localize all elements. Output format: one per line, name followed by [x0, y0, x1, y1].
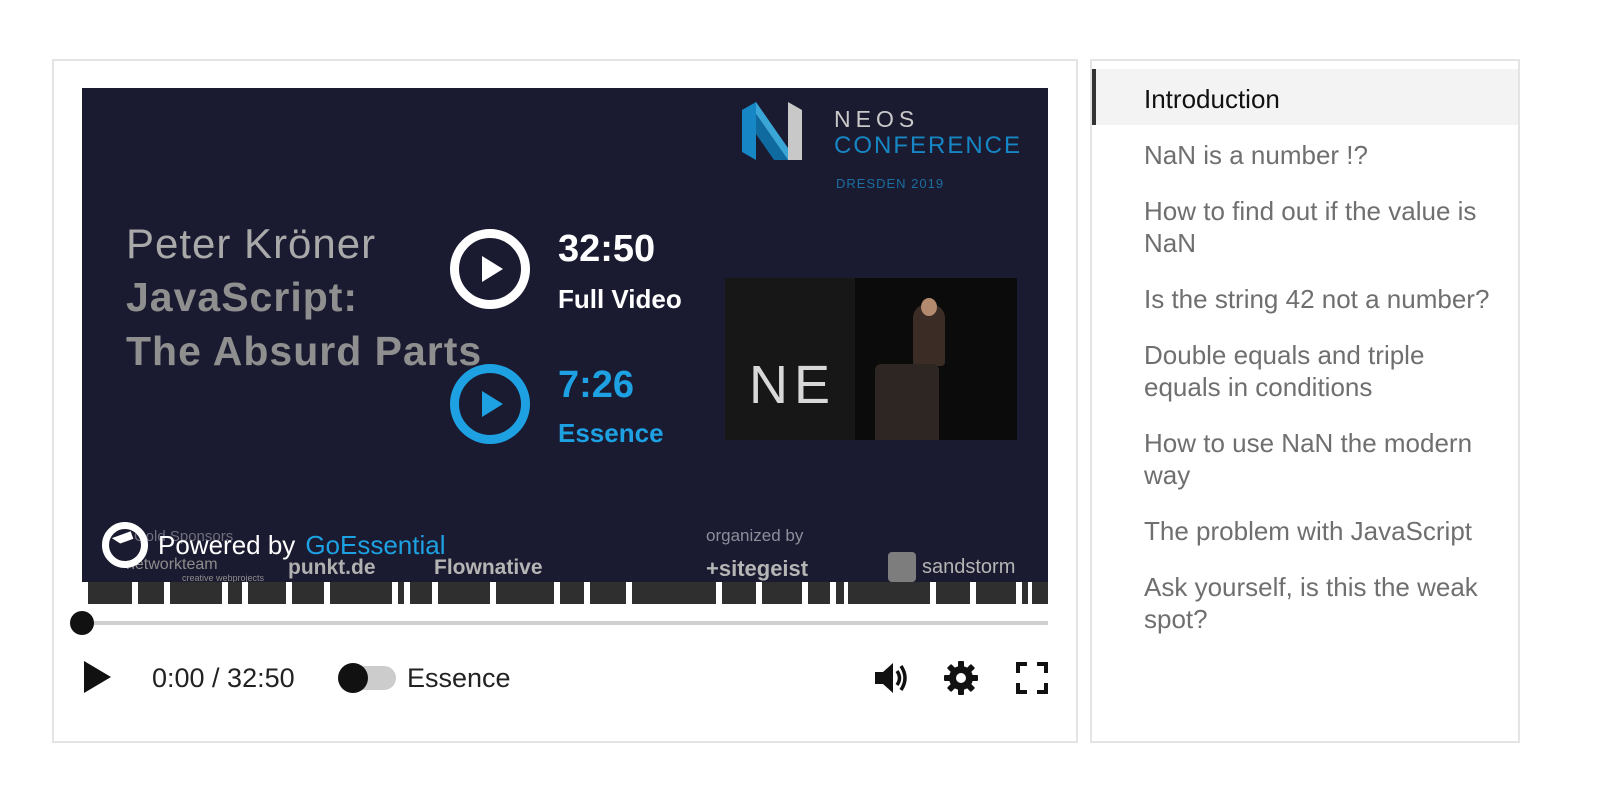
goessential-logo-icon: [102, 522, 148, 568]
stage-photo: NE: [725, 278, 1017, 440]
chapter-item[interactable]: Is the string 42 not a number?: [1092, 269, 1518, 325]
chapter-item[interactable]: How to find out if the value is NaN: [1092, 181, 1518, 269]
speaker-name: Peter Kröner: [126, 220, 377, 267]
full-video-duration[interactable]: 32:50: [558, 228, 655, 271]
powered-by-badge[interactable]: Powered by GoEssential: [102, 522, 446, 568]
chapter-item[interactable]: Double equals and triple equals in condi…: [1092, 325, 1518, 413]
chapter-list[interactable]: Introduction NaN is a number !? How to fin…: [1092, 69, 1518, 651]
video-frame[interactable]: NEOS CONFERENCE DRESDEN 2019 Peter Kröne…: [82, 88, 1048, 604]
essence-label[interactable]: Essence: [558, 418, 664, 449]
sandstorm-logo-icon: [888, 552, 916, 582]
powered-by-label: Powered by: [158, 529, 296, 560]
essence-duration[interactable]: 7:26: [558, 364, 634, 407]
play-full-video-button[interactable]: [450, 229, 530, 309]
talk-title-line-1: JavaScript:: [126, 274, 359, 320]
play-icon: [84, 661, 111, 693]
chapters-panel: Introduction NaN is a number !? How to fin…: [1090, 59, 1520, 743]
seek-handle[interactable]: [70, 611, 94, 635]
organizer-sandstorm: sandstorm: [922, 556, 1016, 578]
chapter-item[interactable]: The problem with JavaScript: [1092, 501, 1518, 557]
stage-sign-text: NE: [749, 355, 837, 415]
gear-icon: [944, 661, 978, 695]
settings-button[interactable]: [942, 659, 980, 697]
chapter-item[interactable]: How to use NaN the modern way: [1092, 413, 1518, 501]
chapter-item[interactable]: Introduction: [1092, 69, 1518, 125]
talk-title-line-2: The Absurd Parts: [126, 328, 483, 374]
neos-logo-icon: [742, 102, 802, 160]
seek-bar[interactable]: [70, 611, 1048, 635]
fullscreen-icon: [1016, 662, 1048, 694]
event-city: DRESDEN 2019: [836, 176, 945, 191]
organizer-sitegeist: +sitegeist: [706, 556, 809, 581]
fullscreen-button[interactable]: [1014, 660, 1050, 696]
event-subtitle: CONFERENCE: [834, 132, 1023, 159]
powered-by-brand[interactable]: GoEssential: [305, 530, 445, 561]
play-icon: [482, 391, 503, 417]
event-title: NEOS: [834, 106, 920, 132]
play-icon: [482, 256, 503, 282]
chapter-item[interactable]: NaN is a number !?: [1092, 125, 1518, 181]
play-button[interactable]: [78, 658, 116, 696]
chapter-item[interactable]: Ask yourself, is this the weak spot?: [1092, 557, 1518, 645]
chapter-markers[interactable]: [82, 582, 1048, 604]
full-video-label[interactable]: Full Video: [558, 284, 682, 315]
organized-by-label: organized by: [706, 526, 804, 545]
volume-button[interactable]: [872, 660, 910, 696]
play-essence-button[interactable]: [450, 364, 530, 444]
sponsor-flownative: Flownative: [434, 556, 543, 579]
volume-icon: [875, 663, 907, 693]
